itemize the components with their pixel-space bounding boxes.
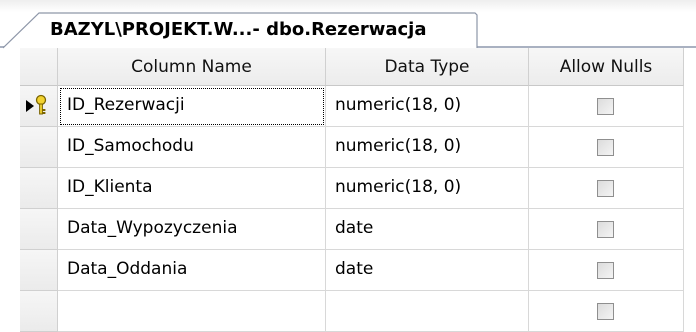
allow-nulls-checkbox[interactable] — [597, 221, 614, 238]
cell-column-name[interactable]: ID_Rezerwacji — [58, 86, 326, 127]
cell-allow-nulls — [529, 250, 684, 291]
row-selector[interactable] — [20, 209, 58, 250]
cell-column-name[interactable]: ID_Samochodu — [58, 127, 326, 168]
cell-allow-nulls — [529, 86, 684, 127]
allow-nulls-checkbox[interactable] — [597, 139, 614, 156]
cell-data-type[interactable]: numeric(18, 0) — [326, 127, 529, 168]
tab-rezerwacja[interactable]: BAZYL\PROJEKT.W...- dbo.Rezerwacja — [3, 12, 479, 49]
row-selector[interactable] — [20, 86, 58, 127]
row-selector[interactable] — [20, 127, 58, 168]
row-selector[interactable] — [20, 168, 58, 209]
tab-label: BAZYL\PROJEKT.W...- dbo.Rezerwacja — [50, 19, 427, 40]
cell-column-name[interactable]: Data_Wypozyczenia — [58, 209, 326, 250]
cell-data-type[interactable]: date — [326, 209, 529, 250]
tabstrip-shade — [0, 0, 696, 12]
allow-nulls-checkbox[interactable] — [597, 180, 614, 197]
header-corner — [20, 48, 58, 86]
cell-column-name[interactable]: Data_Oddania — [58, 250, 326, 291]
cell-allow-nulls — [529, 127, 684, 168]
allow-nulls-checkbox[interactable] — [597, 262, 614, 279]
allow-nulls-checkbox[interactable] — [597, 98, 614, 115]
header-allow-nulls[interactable]: Allow Nulls — [529, 48, 684, 86]
cell-allow-nulls — [529, 168, 684, 209]
header-data-type[interactable]: Data Type — [326, 48, 529, 86]
document-tabstrip: BAZYL\PROJEKT.W...- dbo.Rezerwacja — [0, 0, 696, 49]
header-column-name[interactable]: Column Name — [58, 48, 326, 86]
allow-nulls-checkbox[interactable] — [597, 303, 614, 320]
cell-data-type[interactable]: numeric(18, 0) — [326, 168, 529, 209]
cell-column-name[interactable]: ID_Klienta — [58, 168, 326, 209]
cell-data-type[interactable]: date — [326, 250, 529, 291]
cell-allow-nulls — [529, 209, 684, 250]
cell-data-type[interactable]: numeric(18, 0) — [326, 86, 529, 127]
row-selector[interactable] — [20, 250, 58, 291]
key-icon — [35, 94, 47, 115]
